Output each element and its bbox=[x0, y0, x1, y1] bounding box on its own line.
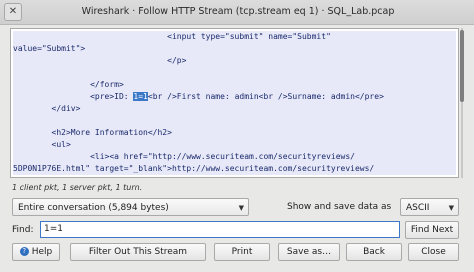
stream-text: <br />First name: admin<br />Surname: ad… bbox=[147, 92, 384, 101]
stream-text: <pre>ID: bbox=[13, 92, 134, 101]
help-button-label: Help bbox=[31, 247, 53, 257]
stream-status-text: 1 client pkt, 1 server pkt, 1 turn. bbox=[12, 183, 143, 192]
stream-line bbox=[13, 67, 456, 79]
stream-content[interactable]: <input type="submit" name="Submit" value… bbox=[10, 28, 459, 178]
stream-line: <ul> bbox=[13, 139, 456, 151]
stream-line: <h2>More Information</h2> bbox=[13, 127, 456, 139]
stream-line: value="Submit"> bbox=[13, 43, 456, 55]
follow-stream-window: ✕ Wireshark · Follow HTTP Stream (tcp.st… bbox=[0, 0, 474, 272]
window-title: Wireshark · Follow HTTP Stream (tcp.stre… bbox=[81, 6, 395, 17]
stream-line: <li><a href="http://www.securiteam.com/s… bbox=[13, 151, 456, 163]
close-window-icon[interactable]: ✕ bbox=[4, 3, 22, 21]
dropdown-arrow-icon: ▼ bbox=[238, 204, 244, 212]
back-button[interactable]: Back bbox=[346, 243, 402, 261]
save-as-button[interactable]: Save as… bbox=[278, 243, 340, 261]
help-button[interactable]: ? Help bbox=[12, 243, 60, 261]
find-input[interactable]: 1=1 bbox=[40, 221, 400, 238]
print-button[interactable]: Print bbox=[214, 243, 270, 261]
data-format-value: ASCII bbox=[406, 203, 430, 213]
data-format-select[interactable]: ASCII ▼ bbox=[400, 198, 459, 216]
title-bar: ✕ Wireshark · Follow HTTP Stream (tcp.st… bbox=[0, 0, 474, 25]
search-match-highlight: 1=1 bbox=[133, 92, 148, 101]
filter-out-stream-button[interactable]: Filter Out This Stream bbox=[70, 243, 206, 261]
conversation-select[interactable]: Entire conversation (5,894 bytes) ▼ bbox=[12, 198, 249, 216]
find-label: Find: bbox=[12, 225, 34, 235]
stream-line bbox=[13, 115, 456, 127]
stream-line: </div> bbox=[13, 103, 456, 115]
stream-line: <pre>ID: 1=1<br />First name: admin<br /… bbox=[13, 91, 456, 103]
close-button[interactable]: Close bbox=[408, 243, 459, 261]
dropdown-arrow-icon: ▼ bbox=[448, 204, 454, 212]
find-next-button[interactable]: Find Next bbox=[405, 221, 459, 239]
stream-line: <input type="submit" name="Submit" bbox=[13, 31, 456, 43]
scrollbar-thumb[interactable] bbox=[460, 30, 464, 102]
stream-line: </form> bbox=[13, 79, 456, 91]
help-icon: ? bbox=[19, 247, 29, 256]
stream-line: </p> bbox=[13, 55, 456, 67]
show-save-label: Show and save data as bbox=[287, 202, 392, 212]
vertical-scrollbar[interactable] bbox=[458, 28, 466, 178]
stream-line: 5DP0N1P76E.html" target="_blank">http://… bbox=[13, 163, 456, 175]
conversation-select-value: Entire conversation (5,894 bytes) bbox=[18, 203, 169, 213]
